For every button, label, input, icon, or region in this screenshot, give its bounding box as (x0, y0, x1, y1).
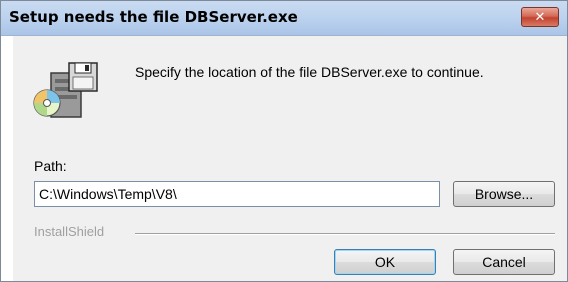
close-icon: ✕ (534, 9, 546, 25)
path-input[interactable] (34, 181, 440, 207)
title-bar[interactable]: Setup needs the file DBServer.exe ✕ (1, 1, 567, 36)
cancel-button-label: Cancel (482, 254, 526, 270)
browse-button-label: Browse... (474, 186, 534, 202)
divider (135, 233, 555, 235)
browse-button[interactable]: Browse... (453, 181, 555, 207)
left-edge (1, 36, 13, 281)
cancel-button[interactable]: Cancel (453, 249, 555, 275)
path-label: Path: (34, 158, 67, 174)
setup-disk-icon (33, 59, 105, 127)
close-button[interactable]: ✕ (521, 7, 559, 27)
ok-button[interactable]: OK (334, 249, 436, 275)
ok-button-label: OK (374, 254, 396, 270)
installshield-brand: InstallShield (34, 224, 105, 239)
instruction-text: Specify the location of the file DBServe… (135, 64, 484, 80)
setup-dialog: Setup needs the file DBServer.exe ✕ Spec… (0, 0, 568, 282)
window-title: Setup needs the file DBServer.exe (9, 8, 298, 26)
